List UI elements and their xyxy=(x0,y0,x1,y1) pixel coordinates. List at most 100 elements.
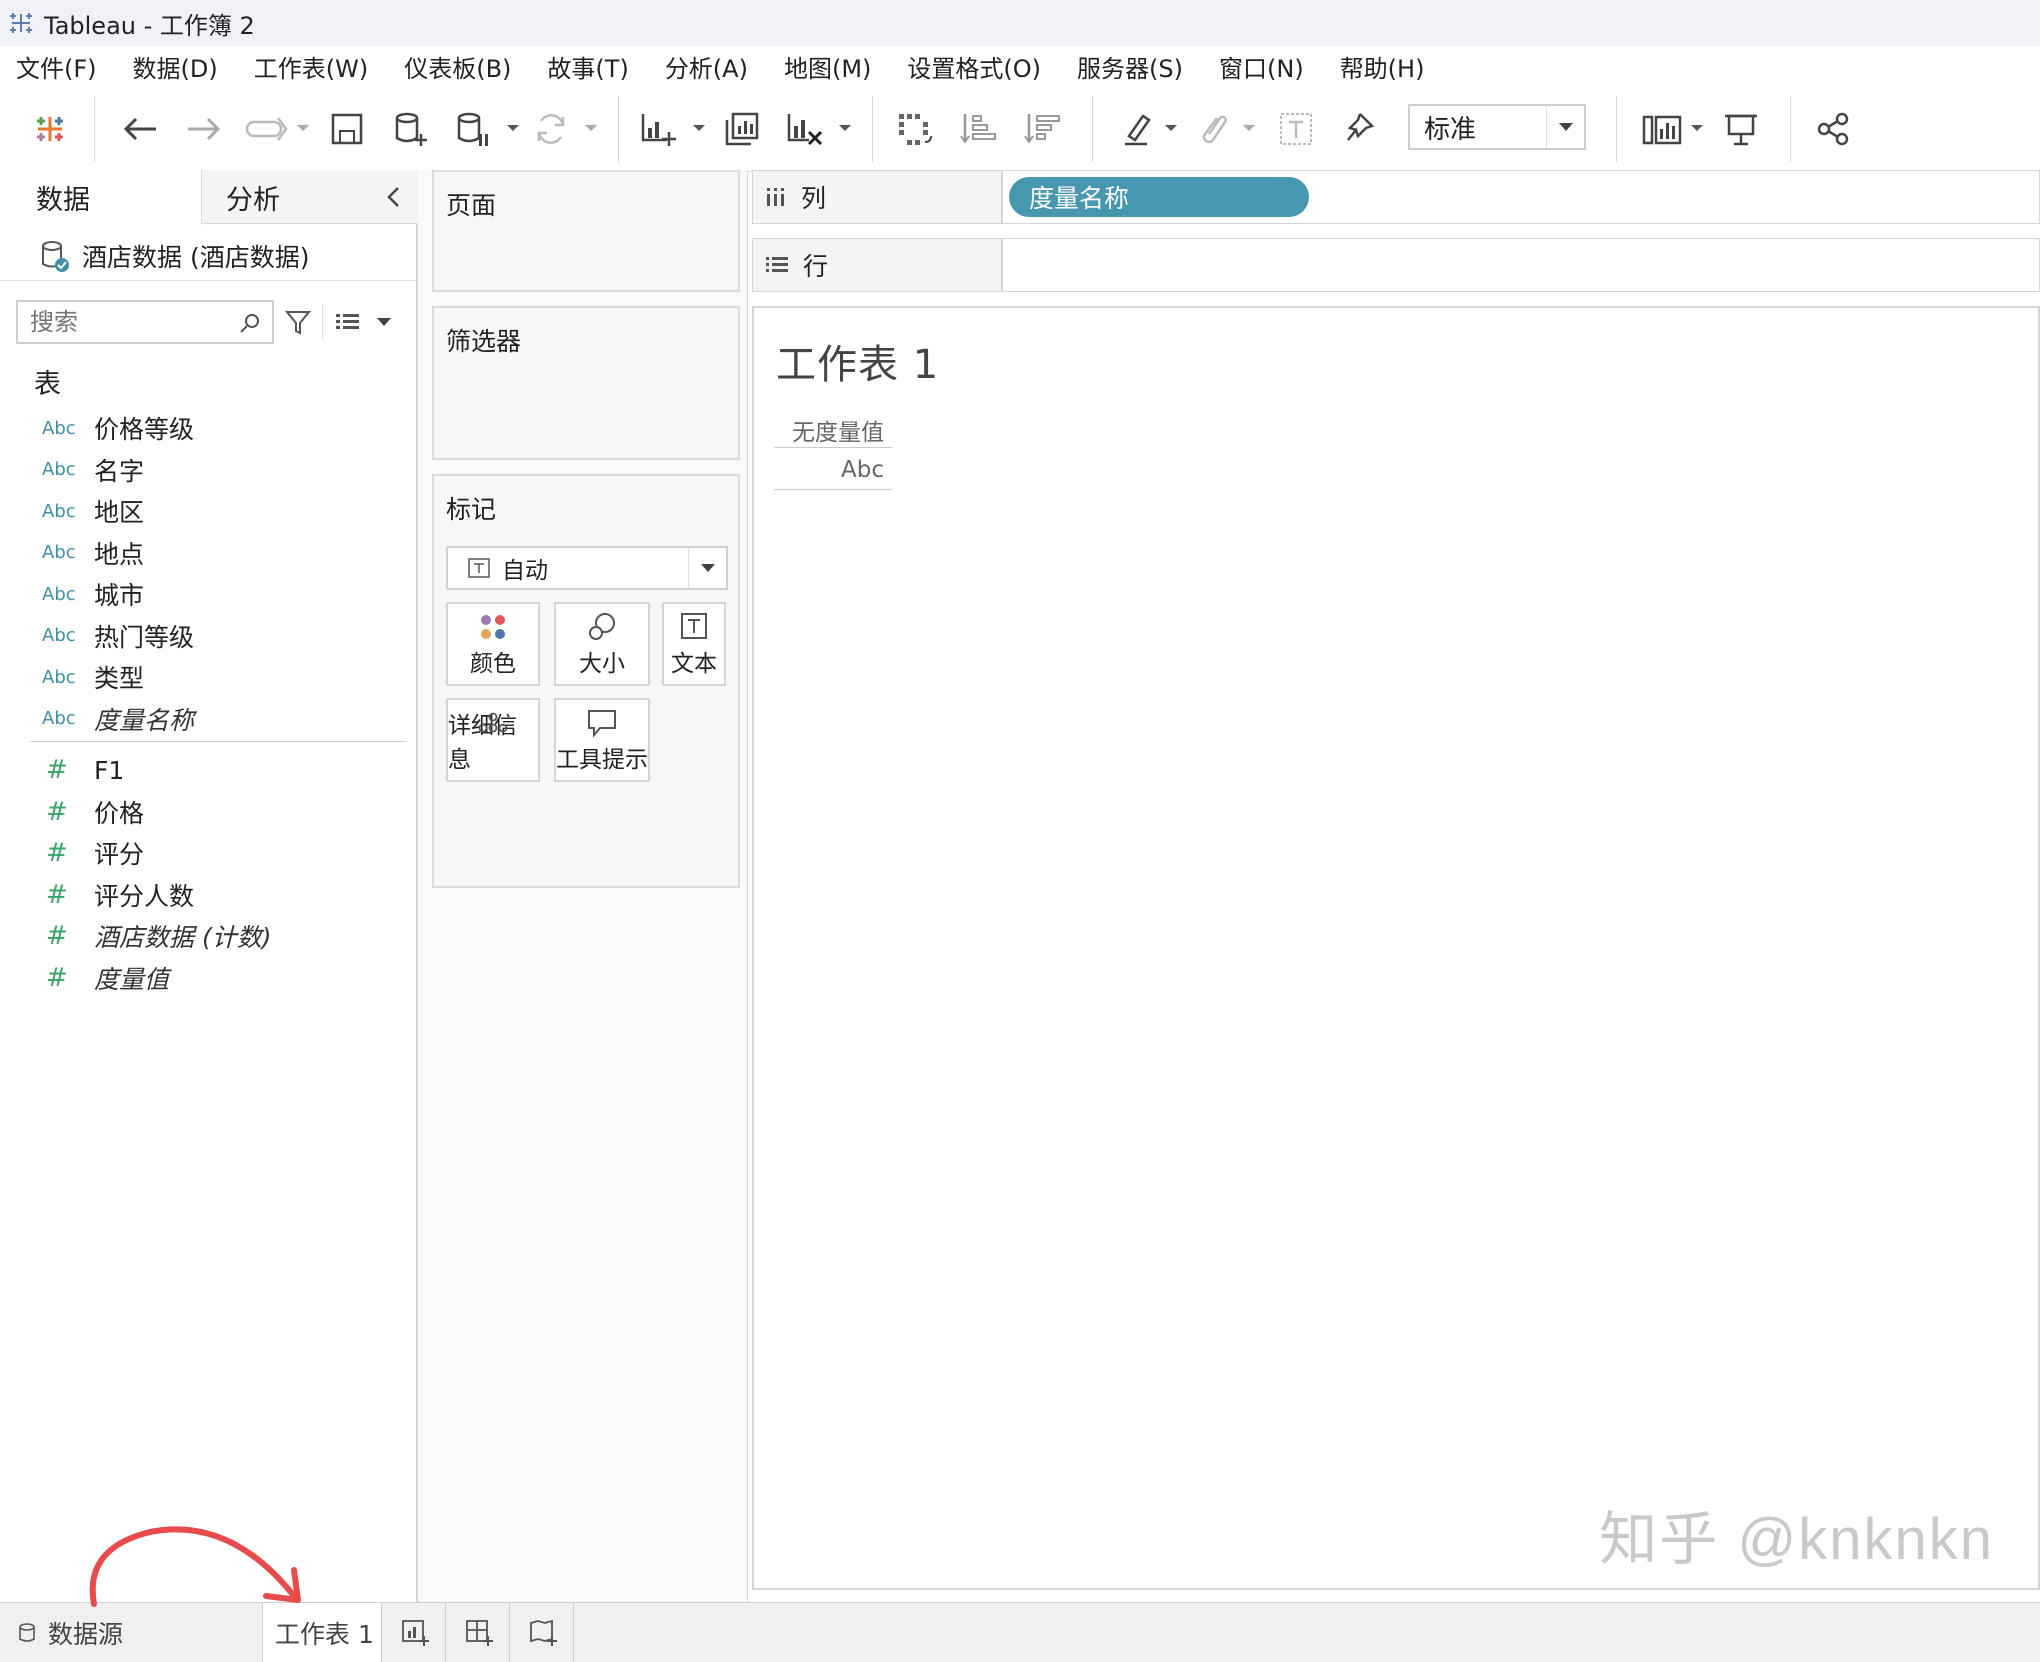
menu-data[interactable]: 数据(D) xyxy=(133,49,218,84)
toolbar-separator xyxy=(618,96,619,162)
measure-names-pill[interactable]: 度量名称 xyxy=(1009,177,1309,217)
field-name: 评分人数 xyxy=(94,881,195,911)
swap-rows-columns-icon[interactable] xyxy=(892,104,938,154)
field-item[interactable]: Abc 名字 xyxy=(42,450,144,490)
menu-analysis[interactable]: 分析(A) xyxy=(665,49,748,84)
column-header[interactable]: 无度量值 xyxy=(774,412,892,448)
tab-sheet1[interactable]: 工作表 1 xyxy=(262,1603,382,1662)
field-item[interactable]: Abc 价格等级 xyxy=(42,408,194,448)
chevron-down-icon[interactable] xyxy=(1162,116,1180,140)
field-item[interactable]: # 度量值 xyxy=(42,958,169,998)
save-icon[interactable] xyxy=(326,104,368,154)
datasource-tab[interactable]: 数据源 xyxy=(0,1603,260,1662)
detail-button[interactable]: 详细信息 xyxy=(446,698,540,782)
redo-icon[interactable] xyxy=(180,104,228,154)
collapse-pane-icon[interactable] xyxy=(386,170,414,224)
tab-data[interactable]: 数据 xyxy=(0,170,202,225)
menu-window[interactable]: 窗口(N) xyxy=(1219,49,1304,84)
dimension-type-icon: Abc xyxy=(42,625,76,646)
group-members-icon[interactable] xyxy=(1192,104,1234,154)
color-button[interactable]: 颜色 xyxy=(446,602,540,686)
menu-file[interactable]: 文件(F) xyxy=(16,49,97,84)
field-item[interactable]: # 价格 xyxy=(42,792,144,832)
chevron-down-icon[interactable] xyxy=(294,116,312,140)
new-datasource-icon[interactable] xyxy=(390,104,432,154)
field-search[interactable] xyxy=(16,300,274,344)
clear-sheet-icon[interactable] xyxy=(782,104,826,154)
color-label: 颜色 xyxy=(470,651,516,677)
columns-shelf[interactable]: 列 度量名称 xyxy=(752,170,2040,224)
tab-data-label: 数据 xyxy=(36,185,90,216)
show-mark-labels-icon[interactable] xyxy=(1274,104,1318,154)
new-story-tab-icon[interactable] xyxy=(512,1603,574,1662)
field-name: 度量名称 xyxy=(94,705,195,735)
new-dashboard-tab-icon[interactable] xyxy=(448,1603,510,1662)
show-cards-icon[interactable] xyxy=(1636,104,1686,154)
replay-animation-icon[interactable] xyxy=(242,104,290,154)
field-item[interactable]: Abc 热门等级 xyxy=(42,616,194,656)
chevron-down-icon[interactable] xyxy=(504,116,522,140)
tableau-home-icon[interactable] xyxy=(28,104,72,154)
menu-format[interactable]: 设置格式(O) xyxy=(907,49,1041,84)
color-icon xyxy=(448,612,538,642)
menu-server[interactable]: 服务器(S) xyxy=(1077,49,1183,84)
size-button[interactable]: 大小 xyxy=(554,602,650,686)
search-input[interactable] xyxy=(30,308,230,336)
refresh-icon[interactable] xyxy=(530,104,572,154)
sort-descending-icon[interactable] xyxy=(1020,104,1066,154)
new-worksheet-icon[interactable] xyxy=(636,104,680,154)
field-item[interactable]: Abc 地区 xyxy=(42,491,144,531)
undo-icon[interactable] xyxy=(116,104,164,154)
menu-dashboard[interactable]: 仪表板(B) xyxy=(404,49,511,84)
field-item[interactable]: # 评分 xyxy=(42,833,144,873)
fit-select[interactable]: 标准 xyxy=(1408,104,1586,150)
field-item[interactable]: Abc 城市 xyxy=(42,574,144,614)
menu-help[interactable]: 帮助(H) xyxy=(1340,49,1425,84)
tooltip-button[interactable]: 工具提示 xyxy=(554,698,650,782)
detail-icon xyxy=(448,708,538,736)
highlight-icon[interactable] xyxy=(1116,104,1158,154)
filter-icon[interactable] xyxy=(284,304,312,340)
chevron-down-icon[interactable] xyxy=(836,116,854,140)
pin-icon[interactable] xyxy=(1336,104,1380,154)
field-item[interactable]: # 评分人数 xyxy=(42,875,194,915)
view-canvas[interactable]: 工作表 1 无度量值 Abc 知乎 @knknkn xyxy=(752,306,2040,1590)
measure-type-icon: # xyxy=(46,755,68,785)
marks-card: 标记 自动 颜色 大小 文本 详细信息 工具提示 xyxy=(432,474,740,888)
text-mark-cell[interactable]: Abc xyxy=(774,450,892,490)
sort-ascending-icon[interactable] xyxy=(956,104,1002,154)
mark-type-select[interactable]: 自动 xyxy=(446,546,728,590)
field-item[interactable]: Abc 类型 xyxy=(42,657,144,697)
pause-updates-icon[interactable] xyxy=(452,104,494,154)
field-item[interactable]: Abc 地点 xyxy=(42,533,144,573)
new-worksheet-tab-icon[interactable] xyxy=(384,1603,446,1662)
pane-tabs: 数据 分析 xyxy=(0,170,418,225)
text-button[interactable]: 文本 xyxy=(662,602,726,686)
rows-label: 行 xyxy=(803,252,829,281)
field-item[interactable]: # F1 xyxy=(42,750,124,790)
chevron-down-icon[interactable] xyxy=(1688,116,1706,140)
share-icon[interactable] xyxy=(1810,104,1856,154)
view-list-icon[interactable] xyxy=(334,304,362,340)
worksheet-title[interactable]: 工作表 1 xyxy=(776,332,939,390)
chevron-down-icon[interactable] xyxy=(1240,116,1258,140)
tableau-logo-icon xyxy=(6,8,36,38)
datasource-tab-label: 数据源 xyxy=(48,1620,124,1649)
menu-story[interactable]: 故事(T) xyxy=(547,49,628,84)
presentation-mode-icon[interactable] xyxy=(1718,104,1764,154)
field-item[interactable]: # 酒店数据 (计数) xyxy=(42,916,271,956)
chevron-down-icon[interactable] xyxy=(376,304,392,340)
columns-shelf-label: 列 xyxy=(753,171,1003,223)
chevron-down-icon[interactable] xyxy=(1546,106,1584,148)
field-item[interactable]: Abc 度量名称 xyxy=(42,699,194,739)
duplicate-sheet-icon[interactable] xyxy=(720,104,764,154)
filters-card[interactable]: 筛选器 xyxy=(432,306,740,460)
rows-shelf[interactable]: 行 xyxy=(752,238,2040,292)
menu-map[interactable]: 地图(M) xyxy=(784,49,871,84)
chevron-down-icon[interactable] xyxy=(582,116,600,140)
chevron-down-icon[interactable] xyxy=(690,116,708,140)
menu-worksheet[interactable]: 工作表(W) xyxy=(254,49,368,84)
datasource-item[interactable]: 酒店数据 (酒店数据) xyxy=(40,232,309,280)
pages-card[interactable]: 页面 xyxy=(432,170,740,292)
chevron-down-icon[interactable] xyxy=(688,548,726,588)
